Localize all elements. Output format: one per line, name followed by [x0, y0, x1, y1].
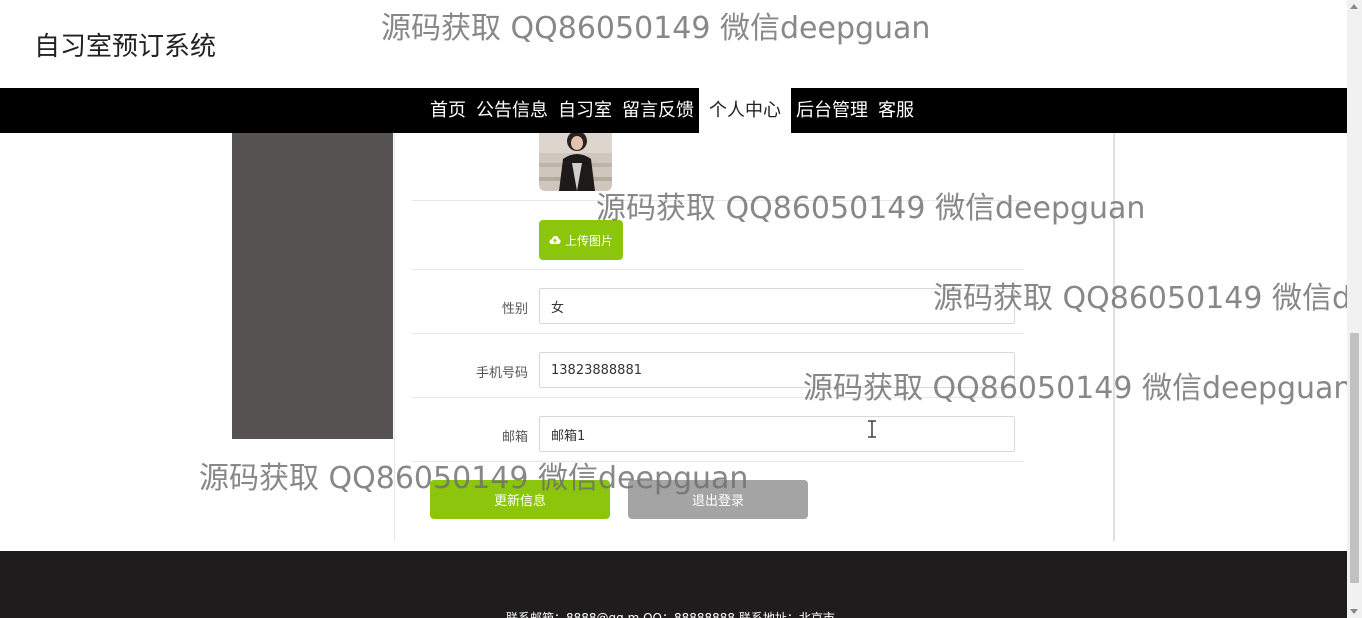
email-label: 邮箱: [501, 430, 528, 445]
upload-button-label: 上传图片: [564, 233, 613, 248]
scroll-up-icon[interactable]: [1350, 4, 1358, 9]
scrollbar-thumb[interactable]: [1350, 333, 1359, 583]
email-field[interactable]: [539, 416, 1015, 452]
nav-item-announcements[interactable]: 公告信息: [471, 88, 553, 133]
nav-list: 首页 公告信息 自习室 留言反馈 个人中心 后台管理 客服: [425, 88, 919, 133]
scroll-down-icon[interactable]: [1350, 609, 1358, 614]
row-divider: [412, 333, 1024, 334]
nav-item-personal-center[interactable]: 个人中心: [699, 88, 791, 133]
footer-contact-text: 联系邮箱：8888@qq.m QQ：88888888 联系地址：北京市: [506, 611, 835, 618]
nav-item-home[interactable]: 首页: [425, 88, 471, 133]
row-divider: [412, 269, 1024, 270]
nav-item-study-rooms[interactable]: 自习室: [553, 88, 617, 133]
site-footer: 联系邮箱：8888@qq.m QQ：88888888 联系地址：北京市: [0, 551, 1347, 618]
logout-button[interactable]: 退出登录: [628, 480, 808, 519]
row-divider: [412, 461, 1024, 462]
phone-field[interactable]: [539, 352, 1015, 388]
site-title: 自习室预订系统: [34, 32, 217, 62]
main-navbar: 首页 公告信息 自习室 留言反馈 个人中心 后台管理 客服 p: [0, 88, 1359, 133]
row-divider: [412, 200, 1024, 201]
nav-item-admin[interactable]: 后台管理: [791, 88, 873, 133]
nav-item-customer-service[interactable]: 客服: [873, 88, 919, 133]
row-divider: [412, 397, 1024, 398]
upload-image-button[interactable]: 上传图片: [539, 220, 623, 260]
nav-item-feedback[interactable]: 留言反馈: [617, 88, 699, 133]
site-header: 自习室预订系统: [0, 0, 1347, 88]
text-cursor-icon: [868, 420, 876, 438]
gender-field[interactable]: [539, 288, 1015, 324]
sidebar-panel: [232, 133, 393, 439]
gender-label: 性别: [501, 302, 528, 317]
page-scrollbar[interactable]: [1347, 0, 1362, 618]
update-info-button[interactable]: 更新信息: [430, 480, 610, 519]
cloud-upload-icon: [549, 236, 561, 244]
phone-label: 手机号码: [475, 366, 528, 381]
avatar-image: [539, 133, 612, 191]
